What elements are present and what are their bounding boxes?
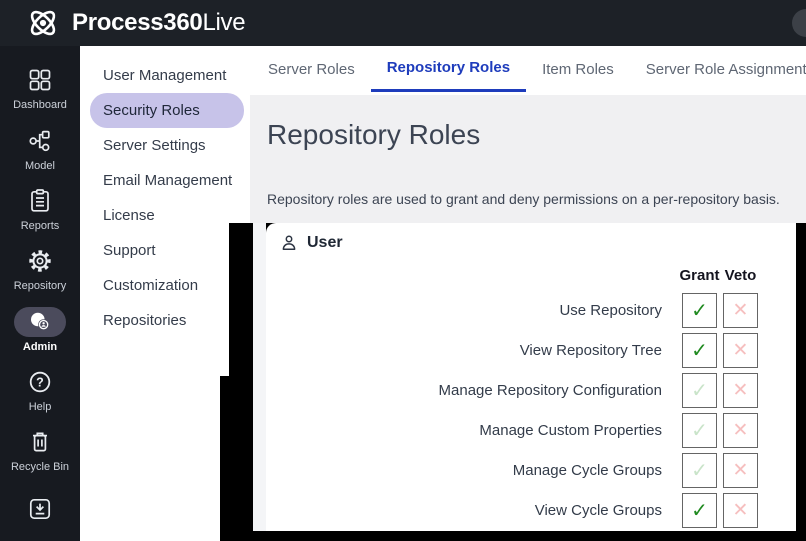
page-description: Repository roles are used to grant and d… xyxy=(267,191,780,207)
sidenav-item-support[interactable]: Support xyxy=(90,233,244,268)
rail-item-label: Reports xyxy=(21,220,60,232)
rail-item-repository[interactable]: Repository xyxy=(0,239,80,299)
rail-item-label: Dashboard xyxy=(13,99,67,111)
import-icon xyxy=(27,494,53,524)
help-icon: ? xyxy=(27,367,53,397)
model-icon xyxy=(27,126,53,156)
grant-checkbox[interactable]: ✓ xyxy=(682,293,717,328)
permission-label: Manage Repository Configuration xyxy=(266,373,662,408)
panel-gutter xyxy=(253,223,266,531)
tab-repository-roles[interactable]: Repository Roles xyxy=(371,46,526,92)
group-header: User xyxy=(280,234,343,252)
grant-checkbox[interactable]: ✓ xyxy=(682,373,717,408)
veto-checkbox[interactable]: ✕ xyxy=(723,453,758,488)
avatar[interactable] xyxy=(792,9,806,37)
page-title: Repository Roles xyxy=(267,119,480,151)
veto-checkbox[interactable]: ✕ xyxy=(723,333,758,368)
rail-item-recycle-bin[interactable]: Recycle Bin xyxy=(0,420,80,480)
sidenav-item-license[interactable]: License xyxy=(90,198,244,233)
grant-checkbox[interactable]: ✓ xyxy=(682,333,717,368)
reports-icon xyxy=(27,186,53,216)
veto-checkbox[interactable]: ✕ xyxy=(723,413,758,448)
veto-checkbox[interactable]: ✕ xyxy=(723,293,758,328)
rail-item-label: Help xyxy=(29,401,52,413)
dashboard-icon xyxy=(27,65,53,95)
rail-item-import[interactable] xyxy=(0,481,80,541)
sidenav-item-user-management[interactable]: User Management xyxy=(90,58,244,93)
sidenav-item-server-settings[interactable]: Server Settings xyxy=(90,128,244,163)
brand-logo-icon xyxy=(24,4,62,42)
admin-page: Process360Live Dashboard Model Reports Repo… xyxy=(0,0,806,541)
column-header-veto: Veto xyxy=(723,267,758,284)
rail-item-dashboard[interactable]: Dashboard xyxy=(0,58,80,118)
permissions-card: User Grant Veto Use Repository✓✕View Rep… xyxy=(266,223,796,531)
svg-text:?: ? xyxy=(36,375,44,389)
grant-checkbox[interactable]: ✓ xyxy=(682,493,717,528)
permission-label: Use Repository xyxy=(266,293,662,328)
top-bar: Process360Live xyxy=(0,0,806,46)
rail-item-label: Repository xyxy=(14,280,67,292)
rail-item-label: Admin xyxy=(23,341,57,353)
veto-checkbox[interactable]: ✕ xyxy=(723,493,758,528)
canvas-backdrop xyxy=(220,376,229,541)
rail-item-label: Model xyxy=(25,160,55,172)
rail-item-admin[interactable]: Admin xyxy=(0,300,80,360)
user-icon xyxy=(280,234,298,252)
permission-label: View Cycle Groups xyxy=(266,493,662,528)
trash-icon xyxy=(27,427,53,457)
sidenav-item-customization[interactable]: Customization xyxy=(90,268,244,303)
permission-label: View Repository Tree xyxy=(266,333,662,368)
tab-item-roles[interactable]: Item Roles xyxy=(526,46,630,92)
grant-checkbox[interactable]: ✓ xyxy=(682,453,717,488)
gear-icon xyxy=(27,246,53,276)
tab-server-roles[interactable]: Server Roles xyxy=(252,46,371,92)
sidenav-item-email-management[interactable]: Email Management xyxy=(90,163,244,198)
tab-server-role-assignments[interactable]: Server Role Assignments xyxy=(630,46,806,92)
sidenav-item-security-roles[interactable]: Security Roles xyxy=(90,93,244,128)
brand-title: Process360Live xyxy=(72,9,245,37)
column-header-grant: Grant xyxy=(682,267,717,284)
rail-item-label: Recycle Bin xyxy=(11,461,69,473)
permission-label: Manage Custom Properties xyxy=(266,413,662,448)
rail-item-reports[interactable]: Reports xyxy=(0,179,80,239)
tab-bar: Server RolesRepository RolesItem RolesSe… xyxy=(250,46,806,95)
admin-icon xyxy=(14,307,66,337)
rail-item-help[interactable]: ? Help xyxy=(0,360,80,420)
veto-checkbox[interactable]: ✕ xyxy=(723,373,758,408)
grant-checkbox[interactable]: ✓ xyxy=(682,413,717,448)
icon-rail: Dashboard Model Reports Repository Admin? Hel… xyxy=(0,46,80,541)
sidenav-item-repositories[interactable]: Repositories xyxy=(90,303,244,338)
group-title: User xyxy=(307,234,343,252)
permission-label: Manage Cycle Groups xyxy=(266,453,662,488)
rail-item-model[interactable]: Model xyxy=(0,118,80,178)
